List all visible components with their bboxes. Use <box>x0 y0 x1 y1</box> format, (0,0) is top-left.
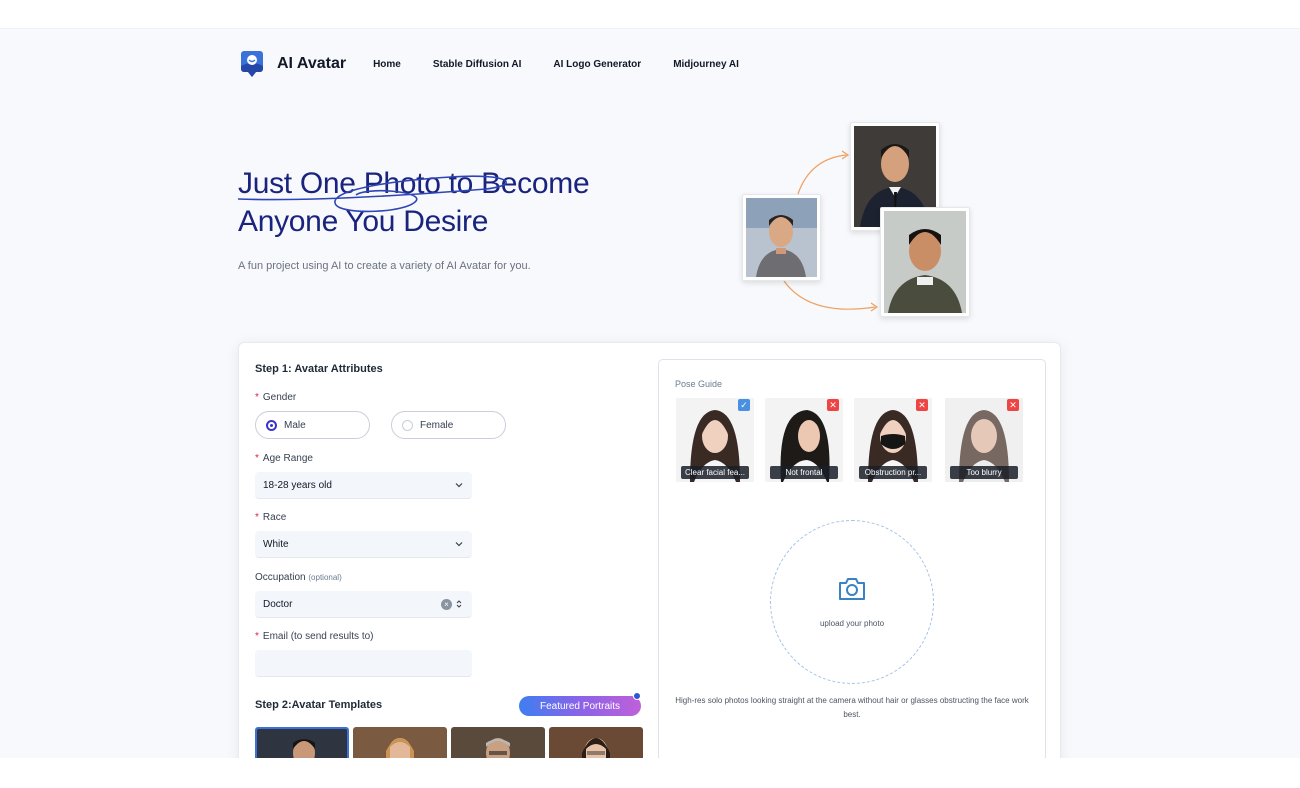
pose-example-not-frontal: ✕ Not frontal <box>765 398 843 482</box>
chevron-down-icon <box>455 542 463 547</box>
check-icon: ✓ <box>738 399 750 411</box>
notification-dot <box>633 692 641 700</box>
casual-portrait <box>884 211 966 313</box>
template-thumbnail[interactable] <box>451 727 545 758</box>
upload-panel: Pose Guide ✓ Clear facial fea... ✕ Not f… <box>658 359 1046 758</box>
template-thumbnail[interactable] <box>255 727 349 758</box>
source-portrait <box>746 198 817 277</box>
pose-caption: Obstruction pr... <box>859 466 927 479</box>
featured-portraits-label: Featured Portraits <box>539 700 621 712</box>
pose-guide-title: Pose Guide <box>675 379 723 389</box>
age-select-value: 18-28 years old <box>263 479 332 491</box>
pose-example-blurry: ✕ Too blurry <box>945 398 1023 482</box>
race-select[interactable]: White <box>255 531 472 558</box>
gender-male-radio[interactable]: Male <box>255 411 370 439</box>
pose-caption: Not frontal <box>770 466 838 479</box>
hero-subtitle: A fun project using AI to create a varie… <box>238 260 531 272</box>
step2-title: Step 2:Avatar Templates <box>255 699 383 711</box>
brand-name[interactable]: AI Avatar <box>277 55 346 73</box>
gender-female-radio[interactable]: Female <box>391 411 506 439</box>
pose-caption: Too blurry <box>950 466 1018 479</box>
hero-title: Just One Photo to Become Anyone You Desi… <box>238 165 590 241</box>
pose-example-obstruction: ✕ Obstruction pr... <box>854 398 932 482</box>
hero-title-line-1: Just One Photo to Become <box>238 167 590 200</box>
gender-female-label: Female <box>420 419 454 431</box>
hero-title-line-2: Anyone You Desire <box>238 205 489 238</box>
age-label: * Age Range <box>255 453 313 464</box>
race-label: * Race <box>255 512 287 523</box>
upload-hint: High-res solo photos looking straight at… <box>675 696 1029 719</box>
hero-source-photo <box>742 194 821 281</box>
occupation-select[interactable]: Doctor × <box>255 591 472 618</box>
nav-stable-diffusion[interactable]: Stable Diffusion AI <box>433 59 522 70</box>
nav-home[interactable]: Home <box>373 59 401 70</box>
chevron-updown-icon <box>456 600 462 608</box>
cross-icon: ✕ <box>827 399 839 411</box>
cross-icon: ✕ <box>916 399 928 411</box>
template-thumbnail[interactable] <box>549 727 643 758</box>
pose-example-clear: ✓ Clear facial fea... <box>676 398 754 482</box>
email-label: * Email (to send results to) <box>255 631 374 642</box>
occupation-select-value: Doctor <box>263 598 293 610</box>
camera-icon <box>839 578 865 600</box>
logo-icon[interactable] <box>238 50 266 78</box>
nav-midjourney[interactable]: Midjourney AI <box>673 59 739 70</box>
email-field[interactable] <box>255 650 472 677</box>
featured-portraits-button[interactable]: Featured Portraits <box>519 692 641 716</box>
pose-caption: Clear facial fea... <box>681 466 749 479</box>
step1-title: Step 1: Avatar Attributes <box>255 363 383 375</box>
occupation-label: Occupation (optional) <box>255 572 342 583</box>
template-thumbnail[interactable] <box>353 727 447 758</box>
age-select[interactable]: 18-28 years old <box>255 472 472 499</box>
clear-icon[interactable]: × <box>441 599 452 610</box>
nav-ai-logo-generator[interactable]: AI Logo Generator <box>553 59 641 70</box>
chevron-down-icon <box>455 483 463 488</box>
top-nav: AI Avatar Home Stable Diffusion AI AI Lo… <box>238 49 771 79</box>
radio-dot <box>402 419 413 431</box>
radio-dot <box>266 419 277 431</box>
page: AI Avatar Home Stable Diffusion AI AI Lo… <box>0 28 1300 758</box>
gender-label: * Gender <box>255 392 297 403</box>
gender-male-label: Male <box>284 419 306 431</box>
upload-photo-dropzone[interactable]: upload your photo <box>770 520 934 684</box>
upload-label: upload your photo <box>819 619 885 628</box>
generator-card: Step 1: Avatar Attributes * Gender Male F… <box>238 342 1061 758</box>
race-select-value: White <box>263 538 289 550</box>
cross-icon: ✕ <box>1007 399 1019 411</box>
hero-result-photo-2 <box>880 207 970 317</box>
